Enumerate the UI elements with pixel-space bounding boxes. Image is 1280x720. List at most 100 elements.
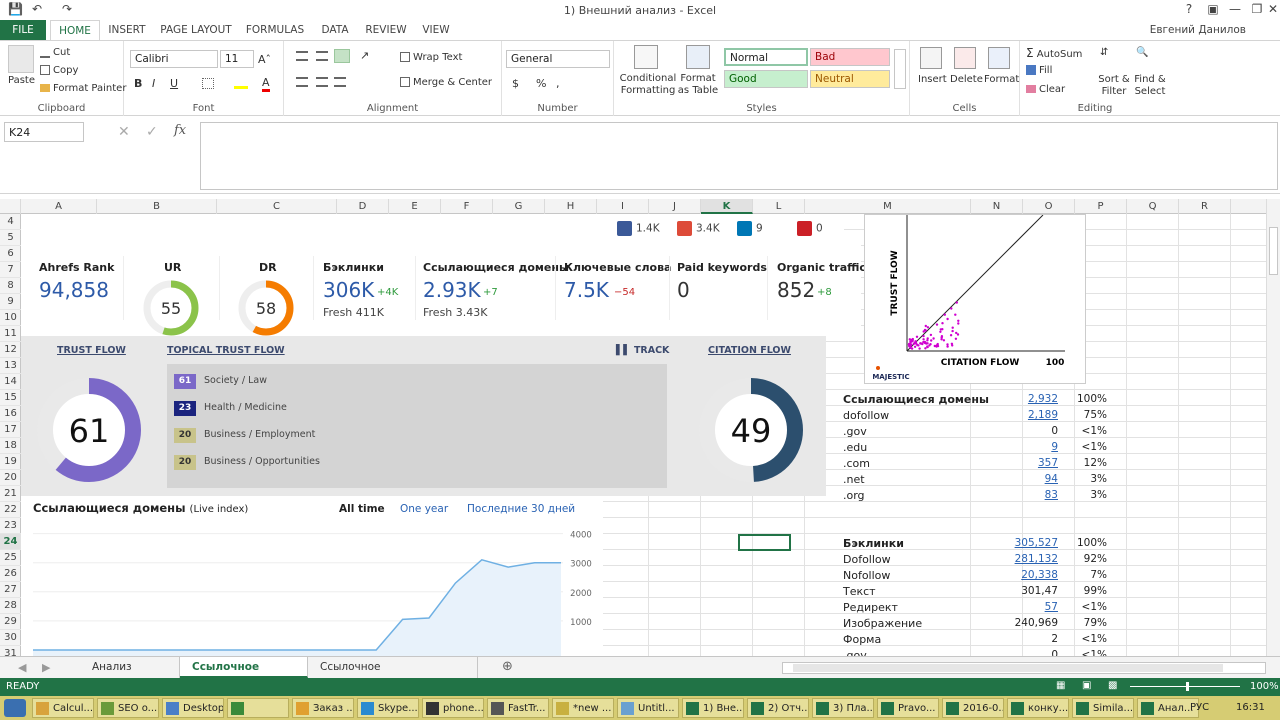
format-table-icon[interactable] bbox=[686, 45, 710, 69]
page-layout-view-icon[interactable]: ▣ bbox=[1082, 680, 1091, 691]
col-header-d[interactable]: D bbox=[337, 199, 389, 214]
col-header-c[interactable]: C bbox=[217, 199, 337, 214]
find-select-button[interactable]: Find & Select bbox=[1132, 74, 1168, 98]
tab-data[interactable]: DATA bbox=[314, 20, 356, 40]
row-header-27[interactable]: 27 bbox=[0, 582, 21, 598]
find-select-icon[interactable]: 🔍 bbox=[1136, 47, 1158, 69]
font-size-select[interactable]: 11 bbox=[220, 50, 254, 68]
start-button[interactable] bbox=[4, 699, 26, 717]
row-header-4[interactable]: 4 bbox=[0, 214, 21, 230]
row-header-29[interactable]: 29 bbox=[0, 614, 21, 630]
paste-button[interactable]: Paste bbox=[8, 75, 35, 86]
taskbar-item[interactable]: Desktop bbox=[162, 698, 224, 718]
comma-button[interactable]: , bbox=[556, 77, 560, 90]
taskbar-item[interactable]: *new ... bbox=[552, 698, 614, 718]
col-header-e[interactable]: E bbox=[389, 199, 441, 214]
active-cell[interactable] bbox=[738, 534, 791, 551]
italic-button[interactable]: I bbox=[152, 77, 155, 90]
row-header-7[interactable]: 7 bbox=[0, 262, 21, 278]
help-icon[interactable]: ? bbox=[1178, 2, 1200, 16]
row-header-15[interactable]: 15 bbox=[0, 390, 21, 406]
row-header-28[interactable]: 28 bbox=[0, 598, 21, 614]
number-format-select[interactable]: General bbox=[506, 50, 610, 68]
zoom-thumb[interactable] bbox=[1186, 682, 1189, 691]
row-header-14[interactable]: 14 bbox=[0, 374, 21, 390]
row-header-23[interactable]: 23 bbox=[0, 518, 21, 534]
tab-formulas[interactable]: FORMULAS bbox=[242, 20, 308, 40]
page-break-view-icon[interactable]: ▩ bbox=[1108, 680, 1117, 691]
topic-row[interactable]: 20 Business / Opportunities bbox=[174, 455, 320, 470]
tab-page-layout[interactable]: PAGE LAYOUT bbox=[156, 20, 236, 40]
taskbar-item[interactable]: конку... bbox=[1007, 698, 1069, 718]
col-header-l[interactable]: L bbox=[753, 199, 805, 214]
bold-button[interactable]: B bbox=[134, 77, 142, 90]
row-header-17[interactable]: 17 bbox=[0, 422, 21, 438]
zoom-slider[interactable] bbox=[1130, 686, 1240, 687]
normal-view-icon[interactable]: ▦ bbox=[1056, 680, 1065, 691]
clock[interactable]: 16:31 bbox=[1236, 702, 1265, 713]
filter-all-time[interactable]: All time bbox=[339, 503, 385, 515]
tab-view[interactable]: VIEW bbox=[416, 20, 456, 40]
style-normal[interactable]: Normal bbox=[724, 48, 808, 66]
language-indicator[interactable]: РУС bbox=[1190, 702, 1209, 713]
taskbar-item[interactable]: Simila... bbox=[1072, 698, 1134, 718]
col-header-b[interactable]: B bbox=[97, 199, 217, 214]
taskbar-item[interactable]: FastTr... bbox=[487, 698, 549, 718]
align-middle-icon[interactable] bbox=[316, 51, 328, 61]
style-good[interactable]: Good bbox=[724, 70, 808, 88]
new-sheet-icon[interactable]: ⊕ bbox=[502, 659, 513, 674]
row-header-20[interactable]: 20 bbox=[0, 470, 21, 486]
col-header-j[interactable]: J bbox=[649, 199, 701, 214]
col-header-r[interactable]: R bbox=[1179, 199, 1231, 214]
tab-review[interactable]: REVIEW bbox=[362, 20, 410, 40]
taskbar-item[interactable]: 3) Пла... bbox=[812, 698, 874, 718]
social-item[interactable]: 3.4K bbox=[677, 221, 720, 236]
row-header-18[interactable]: 18 bbox=[0, 438, 21, 454]
col-header-n[interactable]: N bbox=[971, 199, 1023, 214]
style-bad[interactable]: Bad bbox=[810, 48, 890, 66]
sort-filter-icon[interactable]: ⇵ bbox=[1100, 47, 1122, 69]
sort-filter-button[interactable]: Sort & Filter bbox=[1098, 74, 1130, 98]
sheet-tab[interactable]: Анализ трафика bbox=[80, 657, 180, 693]
row-count[interactable]: 281,132 bbox=[1015, 553, 1058, 565]
row-header-19[interactable]: 19 bbox=[0, 454, 21, 470]
col-header-o[interactable]: O bbox=[1023, 199, 1075, 214]
taskbar-item[interactable]: SEO o... bbox=[97, 698, 159, 718]
align-right-icon[interactable] bbox=[334, 77, 346, 87]
prev-sheet-icon[interactable]: ◀ bbox=[18, 661, 26, 674]
format-table-button[interactable]: Format as Table bbox=[676, 73, 720, 97]
align-left-icon[interactable] bbox=[296, 77, 308, 87]
select-all[interactable] bbox=[0, 199, 21, 214]
col-header-p[interactable]: P bbox=[1075, 199, 1127, 214]
social-item[interactable]: 0 bbox=[797, 221, 823, 236]
minimize-icon[interactable]: — bbox=[1224, 2, 1246, 16]
filter-one-year[interactable]: One year bbox=[400, 503, 448, 515]
taskbar-item[interactable] bbox=[227, 698, 289, 718]
tab-insert[interactable]: INSERT bbox=[104, 20, 150, 40]
copy-button[interactable]: Copy bbox=[40, 65, 78, 76]
row-count[interactable]: 2,932 bbox=[1028, 393, 1058, 405]
insert-cells-button[interactable]: Insert bbox=[918, 74, 947, 85]
row-header-26[interactable]: 26 bbox=[0, 566, 21, 582]
format-painter-button[interactable]: Format Painter bbox=[40, 83, 126, 94]
topic-row[interactable]: 20 Business / Employment bbox=[174, 428, 315, 443]
format-cells-icon[interactable] bbox=[988, 47, 1010, 69]
organic-traffic-value[interactable]: 852 bbox=[777, 278, 815, 302]
autosum-button[interactable]: Σ AutoSum bbox=[1026, 46, 1082, 60]
row-count[interactable]: 305,527 bbox=[1015, 537, 1058, 549]
sheet-tab[interactable]: Ссылочное pravoved bbox=[180, 657, 308, 693]
taskbar-item[interactable]: Skype... bbox=[357, 698, 419, 718]
font-name-select[interactable]: Calibri bbox=[130, 50, 218, 68]
row-count[interactable]: 357 bbox=[1038, 457, 1058, 469]
topic-row[interactable]: 23 Health / Medicine bbox=[174, 401, 287, 416]
insert-cells-icon[interactable] bbox=[920, 47, 942, 69]
taskbar-item[interactable]: Pravo... bbox=[877, 698, 939, 718]
row-header-6[interactable]: 6 bbox=[0, 246, 21, 262]
align-center-icon[interactable] bbox=[316, 77, 328, 87]
borders-icon[interactable] bbox=[202, 78, 214, 89]
wrap-text-button[interactable]: Wrap Text bbox=[400, 52, 462, 63]
orientation-icon[interactable]: ↗ bbox=[360, 49, 369, 62]
taskbar-item[interactable]: Заказ ... bbox=[292, 698, 354, 718]
tab-home[interactable]: HOME bbox=[50, 20, 100, 41]
delete-cells-icon[interactable] bbox=[954, 47, 976, 69]
